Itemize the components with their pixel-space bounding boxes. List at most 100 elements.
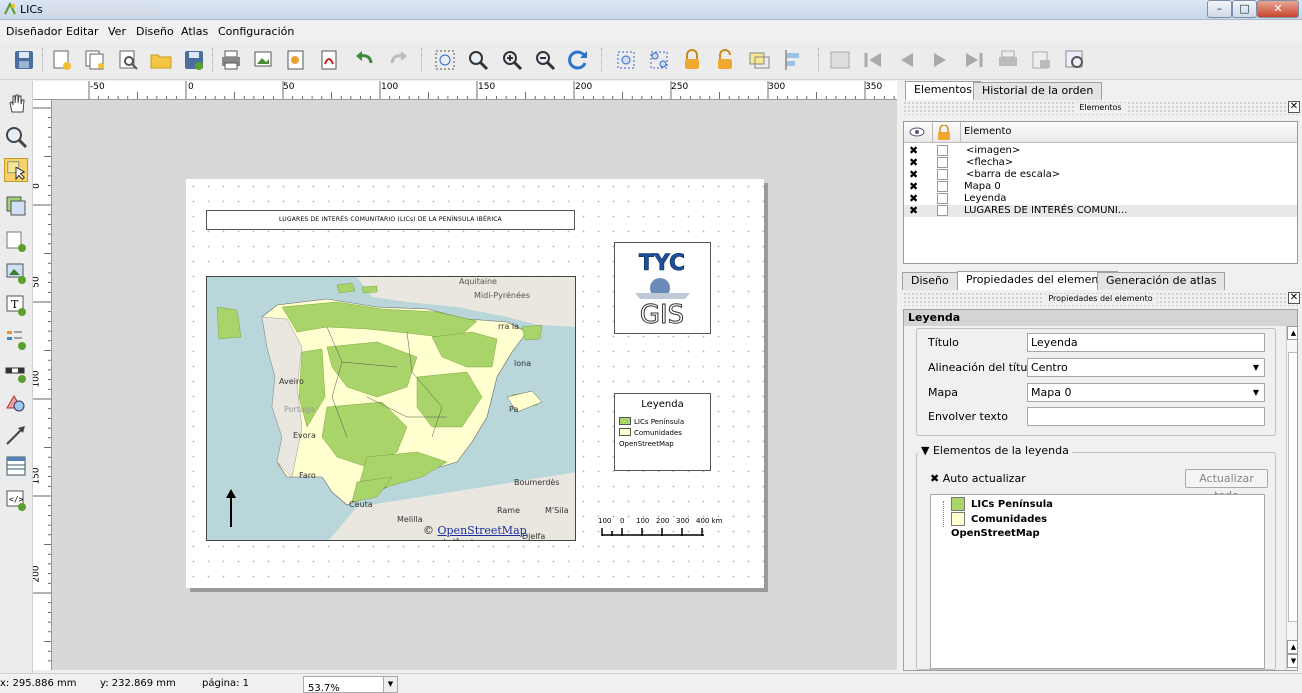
maximize-button[interactable]: □: [1232, 0, 1257, 18]
tree-item-comunidades[interactable]: Comunidades: [971, 514, 1047, 525]
auto-update-checkbox[interactable]: ✖ Auto actualizar: [930, 472, 1026, 485]
tab-propiedades[interactable]: Propiedades del elemento: [957, 271, 1119, 290]
column-element[interactable]: Elemento: [964, 126, 1012, 137]
print-atlas-icon[interactable]: [996, 48, 1020, 72]
open-folder-icon[interactable]: [149, 48, 173, 72]
add-map-icon[interactable]: [4, 229, 28, 253]
element-row-selected[interactable]: ✖ LUGARES DE INTERÉS COMUNI...: [904, 205, 1297, 217]
scroll-up-icon[interactable]: ▲: [1287, 326, 1297, 340]
zoom-select[interactable]: 53.7% ▼: [303, 676, 398, 693]
visible-check-icon[interactable]: ✖: [909, 157, 918, 168]
titulo-input[interactable]: Leyenda: [1027, 333, 1265, 352]
unlock-icon[interactable]: [713, 48, 737, 72]
tab-atlas[interactable]: Generación de atlas: [1097, 272, 1226, 290]
minimize-button[interactable]: –: [1207, 0, 1232, 18]
atlas-preview-icon[interactable]: [828, 48, 852, 72]
save-icon[interactable]: [12, 48, 36, 72]
visible-check-icon[interactable]: ✖: [909, 205, 918, 216]
elements-list[interactable]: Elemento ✖ <imagen> ✖ <flecha> ✖ <barra de …: [903, 121, 1298, 264]
map-item[interactable]: Aquitaine Midi-Pyrénées rra la lona Avei…: [206, 276, 576, 541]
layout-page[interactable]: LUGARES DE INTERÉS COMUNITARIO (LICs) DE…: [186, 179, 764, 588]
visible-check-icon[interactable]: ✖: [909, 145, 918, 156]
duplicate-composer-icon[interactable]: [83, 48, 107, 72]
export-atlas-icon[interactable]: [1030, 48, 1054, 72]
alineacion-select[interactable]: Centro ▼: [1027, 358, 1265, 377]
export-image-icon[interactable]: [252, 48, 276, 72]
envolver-input[interactable]: [1027, 407, 1265, 426]
properties-scrollbar[interactable]: ▲ ▲ ▼: [1286, 326, 1297, 670]
move-item-content-icon[interactable]: [4, 194, 28, 218]
add-arrow-icon[interactable]: [4, 423, 28, 447]
visible-check-icon[interactable]: ✖: [909, 181, 918, 192]
zoom-full-icon[interactable]: [433, 48, 457, 72]
last-feature-icon[interactable]: [962, 48, 986, 72]
add-image-icon[interactable]: [4, 261, 28, 285]
scroll-up-icon[interactable]: ▲: [1287, 640, 1297, 654]
select-move-item-icon[interactable]: [4, 158, 28, 182]
lock-checkbox[interactable]: [937, 193, 948, 204]
osm-link[interactable]: OpenStreetMap: [438, 524, 527, 537]
checkbox-checked-icon[interactable]: ✖: [930, 472, 939, 485]
composer-manager-icon[interactable]: [116, 48, 140, 72]
tab-diseno[interactable]: Diseño: [902, 272, 958, 290]
tree-item-lics[interactable]: LICs Península: [971, 499, 1053, 510]
element-row[interactable]: ✖ <imagen>: [904, 145, 1297, 157]
add-html-frame-icon[interactable]: </>: [4, 488, 28, 512]
lock-checkbox[interactable]: [937, 181, 948, 192]
redo-icon[interactable]: [386, 48, 410, 72]
atlas-settings-icon[interactable]: [1063, 48, 1087, 72]
add-label-icon[interactable]: T: [4, 293, 28, 317]
group-items-icon[interactable]: [614, 48, 638, 72]
visible-check-icon[interactable]: ✖: [909, 193, 918, 204]
next-feature-icon[interactable]: [928, 48, 952, 72]
legend-items-group-toggle[interactable]: ▼ Elementos de la leyenda: [918, 444, 1072, 457]
zoom-out-icon[interactable]: [533, 48, 557, 72]
menu-configuracion[interactable]: Configuración: [218, 25, 294, 38]
zoom-tool-icon[interactable]: [4, 125, 28, 149]
print-icon[interactable]: [219, 48, 243, 72]
menu-atlas[interactable]: Atlas: [181, 25, 208, 38]
logo-image-item[interactable]: TYC GIS: [614, 242, 711, 334]
element-row[interactable]: ✖ Mapa 0: [904, 181, 1297, 193]
zoom-in-icon[interactable]: [500, 48, 524, 72]
chevron-down-icon[interactable]: ▼: [1249, 360, 1263, 375]
north-arrow-icon[interactable]: [224, 489, 238, 529]
legend-item[interactable]: Leyenda LICs Península Comunidades OpenS…: [614, 393, 711, 471]
lock-column-icon[interactable]: [937, 125, 951, 140]
scale-bar-item[interactable]: 100 0 100 200 300 400 km: [596, 515, 726, 545]
tree-item-osm[interactable]: OpenStreetMap: [951, 528, 1040, 539]
element-row[interactable]: ✖ Leyenda: [904, 193, 1297, 205]
element-row[interactable]: ✖ <barra de escala>: [904, 169, 1297, 181]
export-pdf-icon[interactable]: [318, 48, 342, 72]
visible-check-icon[interactable]: ✖: [909, 169, 918, 180]
close-elements-panel-icon[interactable]: ✕: [1288, 101, 1300, 113]
lock-checkbox[interactable]: [937, 169, 948, 180]
lock-checkbox[interactable]: [937, 157, 948, 168]
add-shape-icon[interactable]: [4, 392, 28, 416]
menu-editar[interactable]: Editar: [66, 25, 99, 38]
tab-elementos[interactable]: Elementos: [905, 81, 982, 100]
ungroup-items-icon[interactable]: [647, 48, 671, 72]
save-template-icon[interactable]: [182, 48, 206, 72]
chevron-down-icon[interactable]: ▼: [383, 677, 397, 692]
lock-icon[interactable]: [680, 48, 704, 72]
mapa-select[interactable]: Mapa 0 ▼: [1027, 383, 1265, 402]
collapse-triangle-icon[interactable]: ▼: [921, 444, 929, 457]
composer-canvas[interactable]: LUGARES DE INTERÉS COMUNITARIO (LICs) DE…: [52, 100, 897, 670]
lock-checkbox[interactable]: [937, 205, 948, 216]
legend-tree[interactable]: LICs Península Comunidades OpenStreetMap: [930, 494, 1265, 669]
pan-hand-icon[interactable]: [4, 92, 28, 116]
chevron-down-icon[interactable]: ▼: [1249, 385, 1263, 400]
undo-icon[interactable]: [353, 48, 377, 72]
close-button[interactable]: ✕: [1257, 0, 1299, 18]
update-all-button[interactable]: Actualizar todo: [1185, 469, 1268, 502]
layout-title-label[interactable]: LUGARES DE INTERÉS COMUNITARIO (LICs) DE…: [206, 210, 575, 230]
element-row[interactable]: ✖ <flecha>: [904, 157, 1297, 169]
refresh-icon[interactable]: [566, 48, 590, 72]
new-composer-icon[interactable]: [50, 48, 74, 72]
first-feature-icon[interactable]: [861, 48, 885, 72]
close-properties-panel-icon[interactable]: ✕: [1288, 292, 1300, 304]
zoom-actual-icon[interactable]: [466, 48, 490, 72]
eye-icon[interactable]: [909, 126, 925, 138]
scrollbar-thumb[interactable]: [1288, 352, 1297, 622]
